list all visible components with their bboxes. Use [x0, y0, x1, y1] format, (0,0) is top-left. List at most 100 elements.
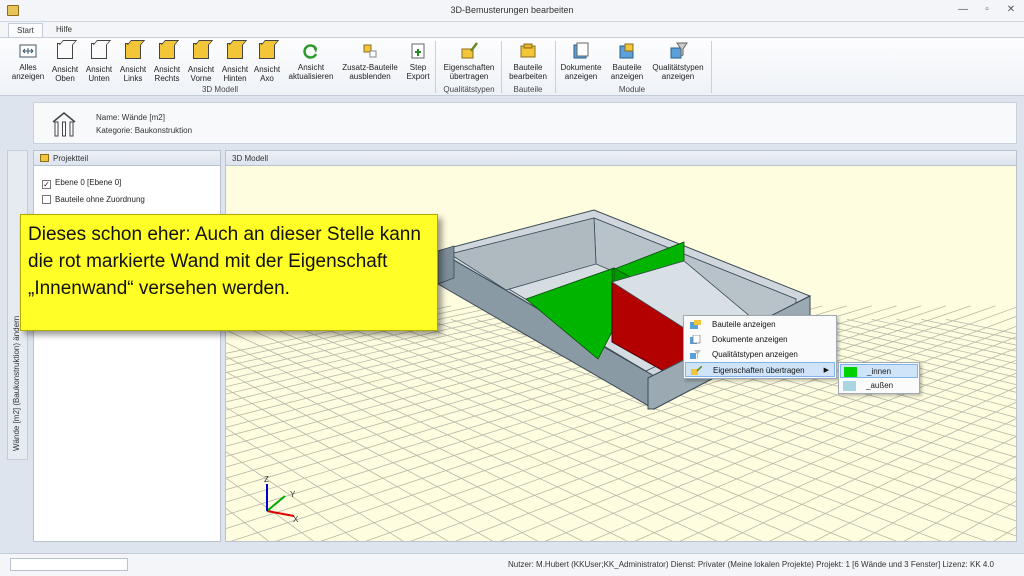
qualitaetstypen-anzeigen-button[interactable]: Qualitätstypen anzeigen [648, 41, 708, 81]
submenu-item-innen[interactable]: _innen [840, 364, 918, 378]
color-swatch-aussen [843, 381, 856, 391]
refresh-icon [303, 44, 318, 59]
title-bar: 3D-Bemusterungen bearbeiten — ▫ ✕ [0, 0, 1024, 22]
submenu-arrow-icon: ▶ [823, 367, 829, 374]
tree-item-ebene-0[interactable]: ✓ Ebene 0 [Ebene 0] [42, 178, 121, 189]
ribbon-separator [435, 41, 436, 93]
ribbon: Alles anzeigen Ansicht Oben Ansicht Unte… [0, 37, 1024, 96]
tab-hilfe[interactable]: Hilfe [48, 23, 80, 38]
menu-item-label: Eigenschaften übertragen [713, 366, 805, 375]
ansicht-aktualisieren-label: Ansicht aktualisieren [288, 63, 334, 81]
side-tab-label: Wände [m2] (Baukonstruktion) ändern [12, 315, 21, 451]
ansicht-links-label: Ansicht Links [119, 65, 147, 83]
documents-icon [573, 42, 589, 59]
ansicht-unten-button[interactable]: Ansicht Unten [82, 41, 116, 83]
ansicht-rechts-button[interactable]: Ansicht Rechts [150, 41, 184, 83]
projektteil-header: Projektteil [34, 151, 220, 166]
alles-anzeigen-button[interactable]: Alles anzeigen [8, 41, 48, 81]
menu-item-dokumente-anzeigen[interactable]: Dokumente anzeigen [685, 332, 835, 347]
ansicht-oben-button[interactable]: Ansicht Oben [48, 41, 82, 83]
tree-item-label: Bauteile ohne Zuordnung [55, 195, 145, 204]
folder-icon [40, 154, 49, 162]
status-text: Nutzer: M.Hubert (KKUser;KK_Administrato… [508, 560, 994, 569]
tab-start[interactable]: Start [8, 23, 43, 38]
bauteile-anzeigen-button[interactable]: Bauteile anzeigen [607, 41, 647, 81]
menu-item-qualitaetstypen-anzeigen[interactable]: Qualitätstypen anzeigen [685, 347, 835, 362]
checkbox-bauteile-ohne-zuordnung[interactable] [42, 195, 51, 204]
component-name: Name: Wände [m2] [96, 113, 165, 122]
step-export-button[interactable]: Step Export [402, 41, 434, 81]
annotation-callout: Dieses schon eher: Auch an dieser Stelle… [20, 214, 438, 331]
3d-model-title: 3D Modell [232, 154, 269, 163]
bauteile-bearbeiten-label: Bauteile bearbeiten [509, 63, 547, 81]
menu-item-bauteile-anzeigen[interactable]: Bauteile anzeigen [685, 317, 835, 332]
projektteil-title: Projektteil [53, 154, 89, 163]
window-title: 3D-Bemusterungen bearbeiten [450, 5, 574, 15]
menu-item-label: Dokumente anzeigen [712, 335, 788, 344]
components-icon [690, 320, 701, 329]
submenu-item-label: _außen [866, 381, 894, 390]
filter-icon [690, 350, 701, 359]
group-module-label: Module [618, 85, 646, 94]
dokumente-anzeigen-label: Dokumente anzeigen [560, 63, 602, 81]
zoom-all-icon [19, 44, 37, 58]
3d-model-header: 3D Modell [226, 151, 1016, 166]
component-info-panel: Name: Wände [m2] Kategorie: Baukonstrukt… [33, 102, 1017, 144]
ribbon-separator [501, 41, 502, 93]
maximize-icon[interactable]: ▫ [976, 3, 998, 17]
eigenschaften-uebertragen-label: Eigenschaften übertragen [443, 63, 495, 81]
axis-y-label: Y [290, 490, 296, 499]
wall-house-icon [52, 112, 76, 137]
show-components-icon [619, 43, 634, 59]
submenu-item-label: _innen [867, 367, 892, 376]
tree-item-bauteile-ohne-zuordnung[interactable]: Bauteile ohne Zuordnung [42, 195, 145, 204]
group-3d-modell-label: 3D Modell [201, 85, 238, 94]
eigenschaften-uebertragen-button[interactable]: Eigenschaften übertragen [438, 41, 500, 81]
ribbon-tabs: Start Hilfe [0, 22, 1024, 38]
cube-front-icon [193, 43, 209, 59]
filter-icon [670, 42, 688, 59]
ansicht-axo-label: Ansicht Axo [253, 65, 281, 83]
axis-z-label: Z [264, 475, 269, 484]
status-bar: Nutzer: M.Hubert (KKUser;KK_Administrato… [0, 553, 1024, 576]
export-icon [411, 43, 425, 59]
submenu-item-aussen[interactable]: _außen [840, 379, 918, 393]
component-category: Kategorie: Baukonstruktion [96, 126, 193, 135]
group-bauteile-label: Bauteile [513, 85, 543, 94]
bauteile-bearbeiten-button[interactable]: Bauteile bearbeiten [504, 41, 552, 81]
cube-left-icon [125, 43, 141, 59]
tree-item-label: Ebene 0 [Ebene 0] [55, 178, 122, 187]
ansicht-rechts-label: Ansicht Rechts [153, 65, 181, 83]
ansicht-oben-label: Ansicht Oben [51, 65, 79, 83]
ansicht-vorne-label: Ansicht Vorne [187, 65, 215, 83]
ribbon-separator [555, 41, 556, 93]
zusatz-bauteile-button[interactable]: Zusatz-Bauteile ausblenden [338, 41, 402, 81]
cube-right-icon [159, 43, 175, 59]
ansicht-vorne-button[interactable]: Ansicht Vorne [184, 41, 218, 83]
alles-anzeigen-label: Alles anzeigen [11, 63, 45, 81]
minimize-icon[interactable]: — [952, 3, 974, 17]
status-progress-box [10, 558, 128, 571]
ansicht-hinten-button[interactable]: Ansicht Hinten [218, 41, 252, 83]
color-swatch-innen [844, 367, 857, 377]
context-submenu: _innen _außen [838, 362, 920, 394]
edit-components-icon [520, 43, 536, 58]
paint-brush-icon [461, 42, 478, 59]
ansicht-axo-button[interactable]: Ansicht Axo [252, 41, 282, 83]
context-menu: Bauteile anzeigen Dokumente anzeigen Qua… [683, 315, 837, 379]
ansicht-unten-label: Ansicht Unten [85, 65, 113, 83]
components-icon [363, 44, 377, 58]
dokumente-anzeigen-button[interactable]: Dokumente anzeigen [557, 41, 605, 81]
ansicht-links-button[interactable]: Ansicht Links [116, 41, 150, 83]
paint-brush-icon [691, 366, 702, 375]
menu-item-eigenschaften-uebertragen[interactable]: Eigenschaften übertragen ▶ [685, 362, 835, 377]
axis-x-label: X [293, 515, 299, 524]
ansicht-aktualisieren-button[interactable]: Ansicht aktualisieren [284, 41, 338, 81]
projektteil-panel: Projektteil ✓ Ebene 0 [Ebene 0] Bauteile … [33, 150, 221, 542]
cube-back-icon [227, 43, 243, 59]
bauteile-anzeigen-label: Bauteile anzeigen [610, 63, 644, 81]
close-icon[interactable]: ✕ [1000, 3, 1022, 17]
cube-bottom-icon [91, 43, 107, 59]
checkbox-ebene-0[interactable]: ✓ [42, 180, 51, 189]
step-export-label: Step Export [406, 63, 430, 81]
